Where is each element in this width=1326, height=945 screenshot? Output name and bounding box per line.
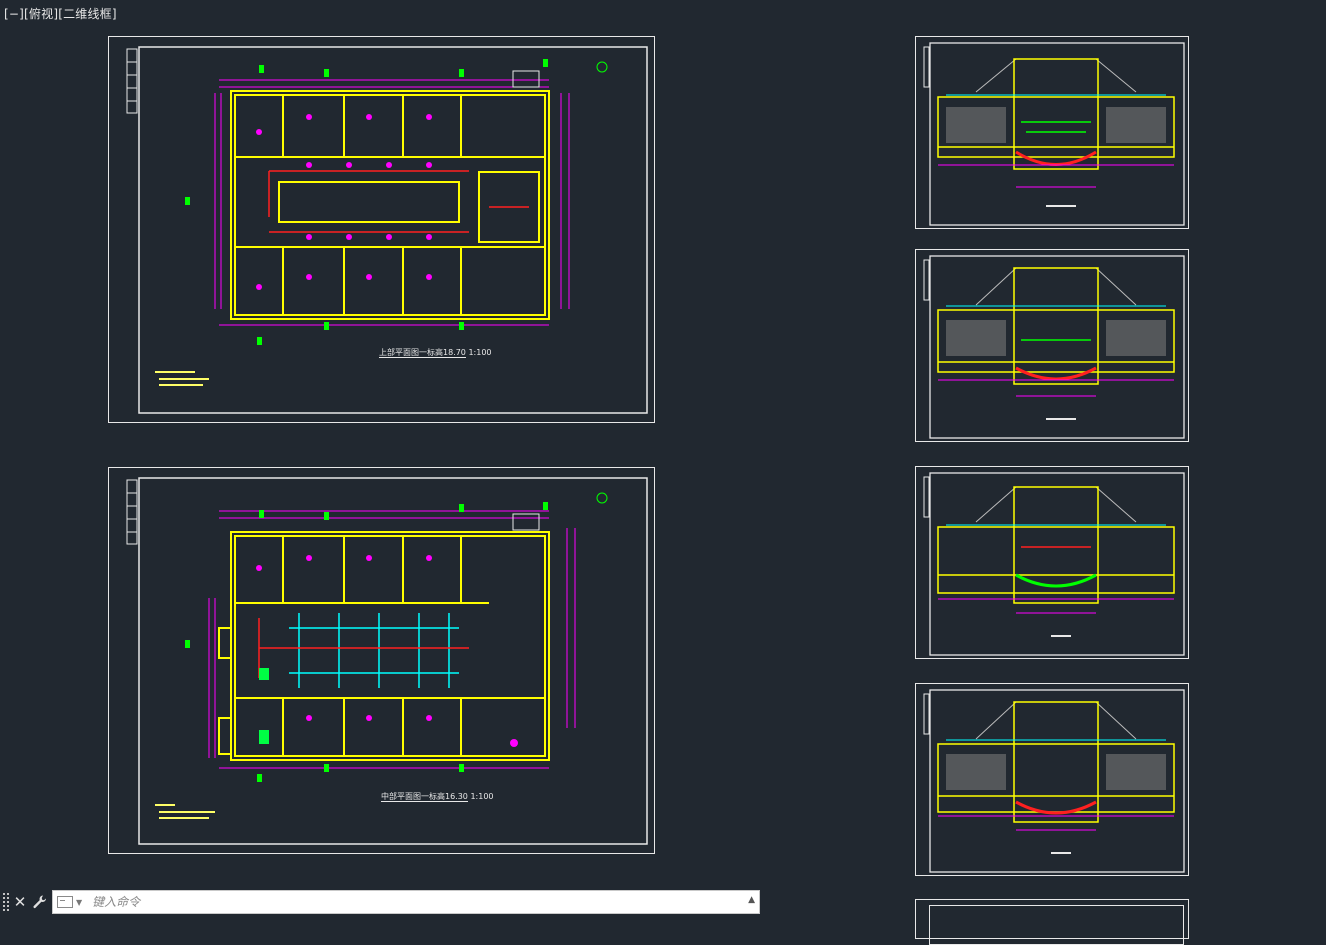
command-prompt-icon[interactable]: [57, 896, 73, 908]
drawing-sheet-section-5[interactable]: [915, 899, 1189, 945]
section-4-drawing: [923, 689, 1185, 873]
section-3-drawing: [923, 472, 1185, 656]
drawing-sheet-middle-plan[interactable]: 中部平面图一标高16.30 1:100: [108, 467, 655, 854]
close-icon[interactable]: ✕: [10, 891, 30, 913]
viewport-minus-toggle[interactable]: [−]: [4, 7, 24, 21]
command-input-container[interactable]: ▼ ▲: [52, 890, 760, 914]
sheet-title: 中部平面图一标高16.30 1:100: [381, 791, 494, 802]
viewport-label[interactable]: [−][俯视][二维线框]: [4, 5, 117, 22]
section-5-inner-frame: [929, 905, 1184, 945]
drawing-sheet-section-4[interactable]: [915, 683, 1189, 876]
sheet-title-text: 上部平面图一标高18.70: [379, 348, 466, 358]
chevron-down-icon[interactable]: ▼: [76, 898, 82, 907]
chevron-up-icon[interactable]: ▲: [748, 895, 755, 905]
drawing-sheet-section-3[interactable]: [915, 466, 1189, 659]
wrench-icon-glyph: [33, 895, 46, 909]
wrench-icon[interactable]: [30, 891, 50, 913]
sheet-title-text: 中部平面图一标高16.30: [381, 792, 468, 802]
upper-plan-drawing: [126, 46, 648, 414]
drawing-sheet-upper-plan[interactable]: 上部平面图一标高18.70 1:100: [108, 36, 655, 423]
drawing-sheet-section-2[interactable]: [915, 249, 1189, 442]
command-line-grip-handle[interactable]: [2, 892, 10, 912]
command-line-bar: ✕ ▼ ▲: [0, 888, 770, 916]
visual-style[interactable]: [二维线框]: [58, 7, 117, 21]
section-2-drawing: [923, 255, 1185, 439]
section-1-drawing: [923, 42, 1185, 226]
view-direction[interactable]: [俯视]: [24, 7, 58, 21]
drawing-sheet-section-1[interactable]: [915, 36, 1189, 229]
sheet-title: 上部平面图一标高18.70 1:100: [379, 347, 492, 358]
sheet-scale: 1:100: [470, 792, 494, 801]
sheet-scale: 1:100: [468, 348, 492, 357]
command-input[interactable]: [90, 891, 735, 913]
